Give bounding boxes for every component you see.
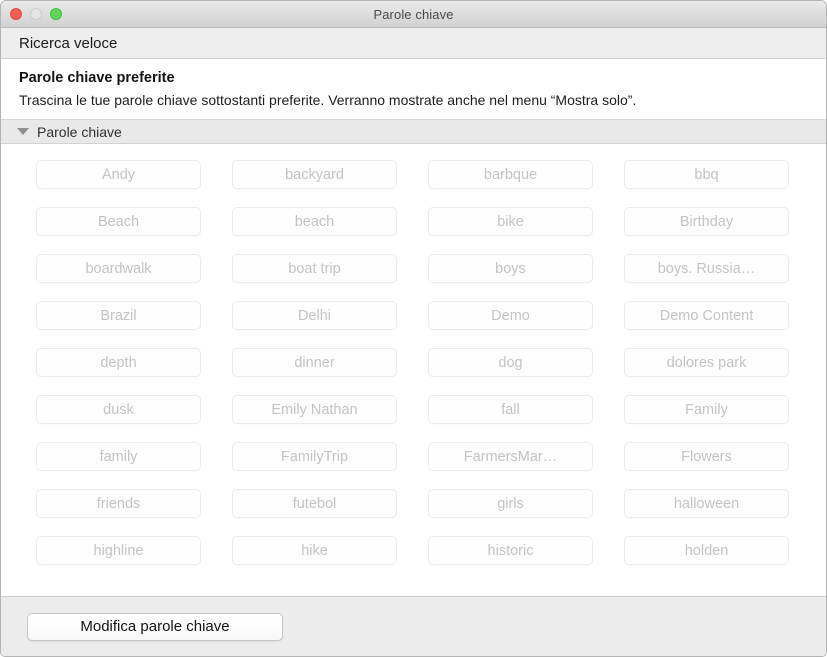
keyword-pill[interactable]: family <box>36 442 201 471</box>
keyword-pill-label: futebol <box>292 495 337 512</box>
keyword-pill-label: boat trip <box>288 260 341 277</box>
keyword-pill[interactable]: dusk <box>36 395 201 424</box>
keyword-pill[interactable]: Emily Nathan <box>232 395 397 424</box>
keyword-pill[interactable]: dolores park <box>624 348 789 377</box>
keyword-pill[interactable]: beach <box>232 207 397 236</box>
keyword-pill-label: dolores park <box>666 354 747 371</box>
keyword-pill-label: highline <box>93 542 144 559</box>
keyword-pill-label: barbque <box>483 166 538 183</box>
keywords-scroll-area[interactable]: Andy backyard barbque bbq Beach beach bike Birt… <box>1 144 826 596</box>
keyword-pill[interactable]: FarmersMar… <box>428 442 593 471</box>
keyword-pill-label: Emily Nathan <box>271 401 358 418</box>
keyword-pill-label: Family <box>685 401 728 418</box>
keyword-pill-label: Demo <box>491 307 530 324</box>
keyword-pill[interactable]: holden <box>624 536 789 565</box>
edit-keywords-button[interactable]: Modifica parole chiave <box>27 612 283 641</box>
keyword-pill[interactable]: Demo Content <box>624 301 789 330</box>
keyword-pill[interactable]: bbq <box>624 160 789 189</box>
minimize-button[interactable] <box>30 8 42 20</box>
keyword-pill-label: dinner <box>294 354 335 371</box>
keyword-pill[interactable]: boys <box>428 254 593 283</box>
keyword-pill-label: friends <box>96 495 141 512</box>
keyword-pill-label: Demo Content <box>659 307 754 324</box>
keyword-pill-label: Birthday <box>679 213 734 230</box>
keyword-pill-label: beach <box>294 213 335 230</box>
keyword-pill-label: dog <box>498 354 523 371</box>
keyword-pill[interactable]: girls <box>428 489 593 518</box>
keyword-pill[interactable]: boardwalk <box>36 254 201 283</box>
maximize-button[interactable] <box>50 8 62 20</box>
window-titlebar: Parole chiave <box>1 1 826 28</box>
search-input[interactable] <box>19 34 619 52</box>
keyword-pill[interactable]: futebol <box>232 489 397 518</box>
keyword-pill-label: depth <box>100 354 137 371</box>
keyword-pill[interactable]: Family <box>624 395 789 424</box>
keywords-window: Parole chiave Parole chiave preferite Tr… <box>0 0 827 657</box>
close-button[interactable] <box>10 8 22 20</box>
favorites-title: Parole chiave preferite <box>19 70 175 86</box>
keyword-pill[interactable]: Delhi <box>232 301 397 330</box>
keywords-grid: Andy backyard barbque bbq Beach beach bike Birt… <box>1 160 826 565</box>
favorites-description: Trascina le tue parole chiave sottostant… <box>19 92 637 108</box>
keyword-pill[interactable]: Birthday <box>624 207 789 236</box>
keyword-pill[interactable]: Brazil <box>36 301 201 330</box>
keyword-pill-label: bike <box>497 213 524 230</box>
keyword-pill[interactable]: Andy <box>36 160 201 189</box>
keyword-pill[interactable]: barbque <box>428 160 593 189</box>
keyword-pill[interactable]: historic <box>428 536 593 565</box>
keyword-pill[interactable]: boat trip <box>232 254 397 283</box>
keyword-pill-label: fall <box>501 401 520 418</box>
keyword-pill[interactable]: Beach <box>36 207 201 236</box>
keyword-pill-label: FamilyTrip <box>280 448 349 465</box>
window-traffic-lights <box>10 1 62 27</box>
keyword-pill-label: boys <box>495 260 526 277</box>
keyword-pill[interactable]: boys. Russia… <box>624 254 789 283</box>
quick-search-row[interactable] <box>1 28 826 59</box>
triangle-down-icon[interactable] <box>17 128 29 135</box>
keyword-pill-label: Andy <box>101 166 136 183</box>
keyword-pill[interactable]: highline <box>36 536 201 565</box>
keyword-pill-label: holden <box>684 542 729 559</box>
keyword-pill-label: girls <box>497 495 524 512</box>
keyword-pill[interactable]: dog <box>428 348 593 377</box>
keyword-pill[interactable]: FamilyTrip <box>232 442 397 471</box>
keyword-pill[interactable]: depth <box>36 348 201 377</box>
keyword-pill-label: Brazil <box>100 307 137 324</box>
keyword-pill-label: dusk <box>103 401 134 418</box>
keyword-pill[interactable]: fall <box>428 395 593 424</box>
keyword-pill-label: family <box>99 448 138 465</box>
keyword-pill[interactable]: backyard <box>232 160 397 189</box>
favorites-intro: Parole chiave preferite Trascina le tue … <box>1 59 826 119</box>
keywords-section-label: Parole chiave <box>37 123 122 140</box>
keyword-pill-label: FarmersMar… <box>463 448 558 465</box>
keyword-pill-label: backyard <box>285 166 344 183</box>
window-bottom-bar: Modifica parole chiave <box>1 596 826 656</box>
keyword-pill-label: halloween <box>673 495 740 512</box>
keyword-pill-label: Flowers <box>681 448 732 465</box>
keywords-section-header[interactable]: Parole chiave <box>1 119 826 144</box>
keyword-pill[interactable]: dinner <box>232 348 397 377</box>
keyword-pill[interactable]: Flowers <box>624 442 789 471</box>
keyword-pill-label: boardwalk <box>85 260 152 277</box>
keyword-pill-label: hike <box>301 542 328 559</box>
keyword-pill-label: historic <box>487 542 534 559</box>
keyword-pill-label: bbq <box>694 166 719 183</box>
keyword-pill[interactable]: Demo <box>428 301 593 330</box>
keyword-pill[interactable]: hike <box>232 536 397 565</box>
keyword-pill[interactable]: bike <box>428 207 593 236</box>
keyword-pill-label: Beach <box>97 213 140 230</box>
keyword-pill-label: boys. Russia… <box>657 260 756 277</box>
keyword-pill[interactable]: friends <box>36 489 201 518</box>
keyword-pill[interactable]: halloween <box>624 489 789 518</box>
window-title: Parole chiave <box>373 6 454 22</box>
keyword-pill-label: Delhi <box>297 307 332 324</box>
